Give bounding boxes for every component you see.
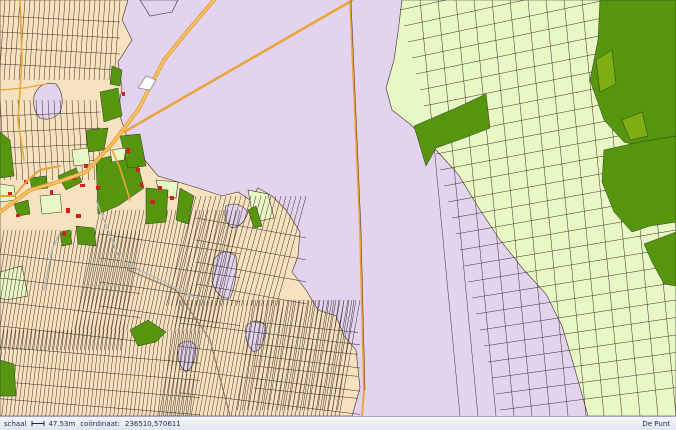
brand-label: De Punt — [642, 419, 670, 428]
map-application: schaal 47.53m coördinaat: 236510,570611 … — [0, 0, 676, 430]
coordinate-label: coördinaat: — [80, 419, 121, 428]
coordinate-value: 236510,570611 — [125, 419, 181, 428]
scale-label: schaal — [4, 419, 27, 428]
map-canvas[interactable] — [0, 0, 676, 416]
map-drawing — [0, 0, 676, 416]
scale-value: 47.53m — [48, 419, 76, 428]
scale-bar-icon — [31, 420, 45, 427]
status-bar: schaal 47.53m coördinaat: 236510,570611 … — [0, 416, 676, 430]
